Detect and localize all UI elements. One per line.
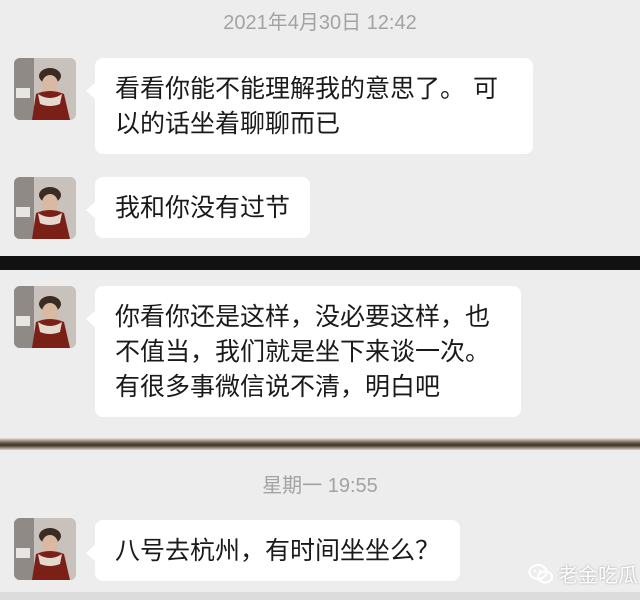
avatar-image [14, 286, 76, 348]
message-bubble[interactable]: 八号去杭州，有时间坐坐么？ [85, 520, 461, 581]
screenshot-divider [0, 438, 640, 450]
message-bubble[interactable]: 看看你能不能理解我的意思了。 可 以的话坐着聊聊而已 [86, 58, 533, 154]
message-bubble[interactable]: 我和你没有过节 [85, 177, 311, 238]
contact-avatar[interactable] [14, 58, 76, 120]
contact-avatar[interactable] [14, 286, 76, 348]
avatar-image [14, 58, 76, 120]
avatar-image [14, 518, 76, 580]
contact-avatar[interactable] [14, 518, 76, 580]
watermark-text: 老金吃瓜 [558, 563, 638, 587]
watermark: 老金吃瓜 [528, 559, 638, 588]
contact-avatar[interactable] [14, 177, 76, 239]
screenshot-divider [0, 256, 640, 270]
wechat-official-account-icon [528, 563, 553, 583]
timestamp: 2021年4月30日 12:42 [223, 12, 417, 34]
timestamp: 星期一 19:55 [262, 475, 378, 497]
message-bubble[interactable]: 你看你还是这样，没必要这样，也 不值当，我们就是坐下来谈一次。 有很多事微信说不… [86, 286, 521, 417]
chat-screenshot: 2021年4月30日 12:42 看看你能不能理解我的意思了。 可 以的话坐着聊… [0, 0, 640, 600]
avatar-image [14, 177, 76, 239]
screenshot-edge [0, 592, 640, 600]
